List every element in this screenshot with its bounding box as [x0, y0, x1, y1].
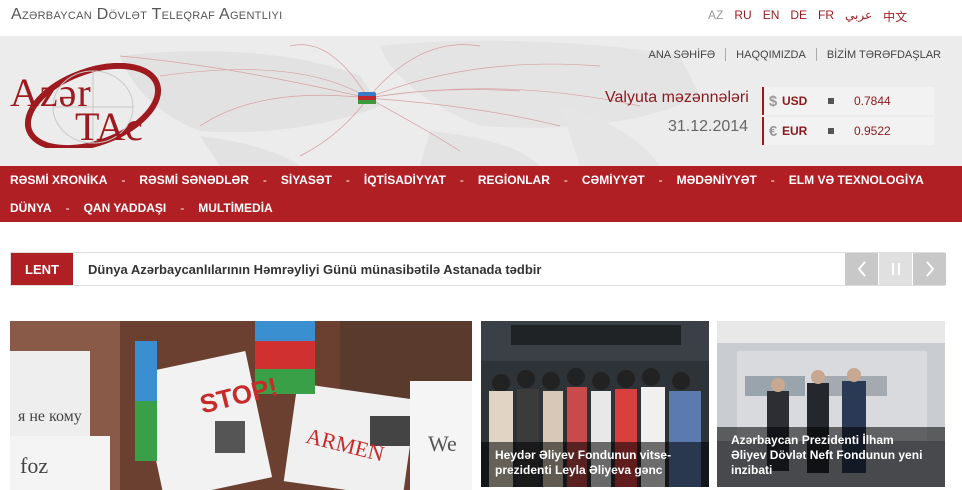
currency-date: 31.12.2014: [668, 118, 749, 135]
nav-item-cemiyyet[interactable]: CƏMİYYƏT: [582, 173, 645, 187]
news-photo-ilham-aliyev[interactable]: Azərbaycan Prezidenti İlham Əliyev Dövlə…: [717, 321, 945, 487]
nav-item-elm-ve-texnologiya[interactable]: ELM VƏ TEXNOLOGİYA: [789, 173, 924, 187]
nav-item-iqtisadiyyat[interactable]: İQTİSADİYYAT: [364, 173, 446, 187]
lang-az[interactable]: AZ: [708, 8, 723, 25]
ticker-label: LENT: [11, 253, 73, 285]
news-caption[interactable]: Heydər Əliyev Fondunun vitse-prezidenti …: [481, 442, 709, 487]
top-strip: Azərbaycan Dövlət Teleqraf Agentliyi AZ …: [0, 0, 962, 36]
nav-item-medeniyyet[interactable]: MƏDƏNİYYƏT: [677, 173, 757, 187]
nav-separator: -: [563, 173, 568, 187]
logo-text-tac: TAc: [75, 104, 143, 149]
ticker-next-button[interactable]: [913, 253, 946, 285]
lang-ar[interactable]: عربي: [845, 8, 872, 25]
news-caption[interactable]: Azərbaycan Prezidenti İlham Əliyev Dövlə…: [717, 427, 945, 487]
protest-photo: STOP! ARMEN We я не кому foz: [10, 321, 472, 490]
lang-ru[interactable]: RU: [734, 8, 751, 25]
news-ticker: LENT Dünya Azərbaycanlılarının Həmrəyliy…: [10, 252, 946, 286]
ticker-headline[interactable]: Dünya Azərbaycanlılarının Həmrəyliyi Gün…: [88, 262, 541, 277]
nav-item-dunya[interactable]: DÜNYA: [10, 201, 52, 215]
svg-text:We: We: [428, 431, 457, 456]
nav-separator: -: [121, 173, 126, 187]
nav-separator: -: [658, 173, 663, 187]
divider: [725, 48, 727, 61]
rate-row-usd: $ USD 0.7844: [762, 87, 934, 115]
nav-separator: -: [770, 173, 775, 187]
nav-row-2: DÜNYA - QAN YADDAŞI - MULTİMEDİA: [10, 201, 273, 215]
ticker-prev-button[interactable]: [845, 253, 878, 285]
nav-item-multimedia[interactable]: MULTİMEDİA: [198, 201, 272, 215]
nav-item-resmi-xronika[interactable]: RƏSMİ XRONİKA: [10, 173, 107, 187]
currency-title: Valyuta məzənnələri: [605, 89, 749, 106]
chevron-left-icon: [857, 261, 866, 277]
news-photo-leyla-aliyeva[interactable]: Heydər Əliyev Fondunun vitse-prezidenti …: [481, 321, 709, 487]
nav-separator: -: [262, 173, 267, 187]
nav-separator: -: [65, 201, 70, 215]
lang-en[interactable]: EN: [763, 8, 780, 25]
nav-separator: -: [459, 173, 464, 187]
link-partners[interactable]: BİZİM TƏRƏFDAŞLAR: [827, 49, 941, 61]
link-home[interactable]: ANA SƏHİFƏ: [648, 49, 715, 61]
header: ANA SƏHİFƏ HAQQIMIZDA BİZİM TƏRƏFDAŞLAR …: [0, 36, 962, 166]
lang-zh[interactable]: 中文: [883, 8, 907, 25]
divider: [815, 48, 817, 61]
top-links: ANA SƏHİFƏ HAQQIMIZDA BİZİM TƏRƏFDAŞLAR: [648, 48, 941, 61]
main-navigation: RƏSMİ XRONİKA - RƏSMİ SƏNƏDLƏR - SİYASƏT…: [0, 166, 962, 222]
rate-value: 0.7844: [854, 94, 891, 108]
svg-text:я не кому: я не кому: [18, 408, 82, 425]
agency-name: Azərbaycan Dövlət Teleqraf Agentliyi: [11, 6, 283, 23]
lang-fr[interactable]: FR: [818, 8, 834, 25]
link-about[interactable]: HAQQIMIZDA: [736, 49, 806, 61]
nav-item-regionlar[interactable]: REGİONLAR: [478, 173, 550, 187]
rate-code: USD: [782, 94, 808, 108]
rate-row-eur: € EUR 0.9522: [762, 117, 934, 145]
nav-separator: -: [180, 201, 185, 215]
rate-value: 0.9522: [854, 124, 891, 138]
nav-item-siyaset[interactable]: SİYASƏT: [281, 173, 332, 187]
bullet-icon: [828, 98, 834, 104]
rate-code: EUR: [782, 124, 808, 138]
nav-item-resmi-senedler[interactable]: RƏSMİ SƏNƏDLƏR: [139, 173, 249, 187]
azertac-logo[interactable]: Azər TAc: [9, 63, 179, 149]
currency-rates: $ USD 0.7844 € EUR 0.9522: [762, 87, 934, 147]
chevron-right-icon: [925, 261, 934, 277]
euro-icon: €: [768, 122, 778, 140]
pause-icon: [891, 263, 900, 275]
dollar-icon: $: [768, 92, 778, 110]
bullet-icon: [828, 128, 834, 134]
ticker-pause-button[interactable]: [879, 253, 912, 285]
news-photo-main[interactable]: STOP! ARMEN We я не кому foz: [10, 321, 472, 490]
nav-separator: -: [345, 173, 350, 187]
nav-row-1: RƏSMİ XRONİKA - RƏSMİ SƏNƏDLƏR - SİYASƏT…: [10, 173, 924, 187]
nav-item-qan-yaddasi[interactable]: QAN YADDAŞI: [84, 201, 167, 215]
svg-text:foz: foz: [20, 453, 48, 478]
language-switcher: AZ RU EN DE FR عربي 中文: [708, 8, 907, 25]
lang-de[interactable]: DE: [790, 8, 807, 25]
